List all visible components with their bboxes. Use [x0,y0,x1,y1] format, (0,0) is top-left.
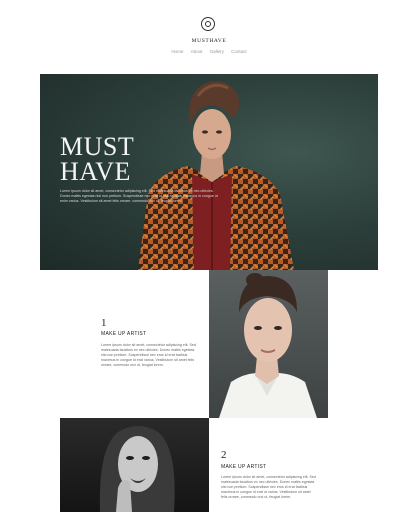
hero-description: Lorem ipsum dolor sit amet, consectetur … [60,189,218,203]
portrait-photo-1 [209,270,328,418]
section-2: 2 MAKE UP ARTIST Lorem ipsum dolor sit a… [209,418,378,512]
section-1: 1 MAKE UP ARTIST Lorem ipsum dolor sit a… [40,270,209,418]
brand-name: MUSTHAVE [191,38,227,44]
nav-item-home[interactable]: Home [171,49,183,54]
hero-title: MUST HAVE [60,132,135,186]
hero-banner: MUST HAVE Lorem ipsum dolor sit amet, co… [40,74,378,270]
section-1-number: 1 [101,317,107,329]
section-1-title: MAKE UP ARTIST [101,331,147,337]
portrait-photo-2 [60,418,209,512]
section-2-number: 2 [221,449,227,461]
section-2-title: MAKE UP ARTIST [221,464,267,470]
logo-icon[interactable] [201,17,215,31]
main-nav: Home About Gallery Contact [0,49,418,54]
nav-item-gallery[interactable]: Gallery [210,49,224,54]
section-1-text: Lorem ipsum dolor sit amet, consectetur … [101,343,196,367]
section-2-text: Lorem ipsum dolor sit amet, consectetur … [221,475,316,499]
hero-model-photo [138,81,294,270]
nav-item-about[interactable]: About [191,49,203,54]
nav-item-contact[interactable]: Contact [231,49,247,54]
